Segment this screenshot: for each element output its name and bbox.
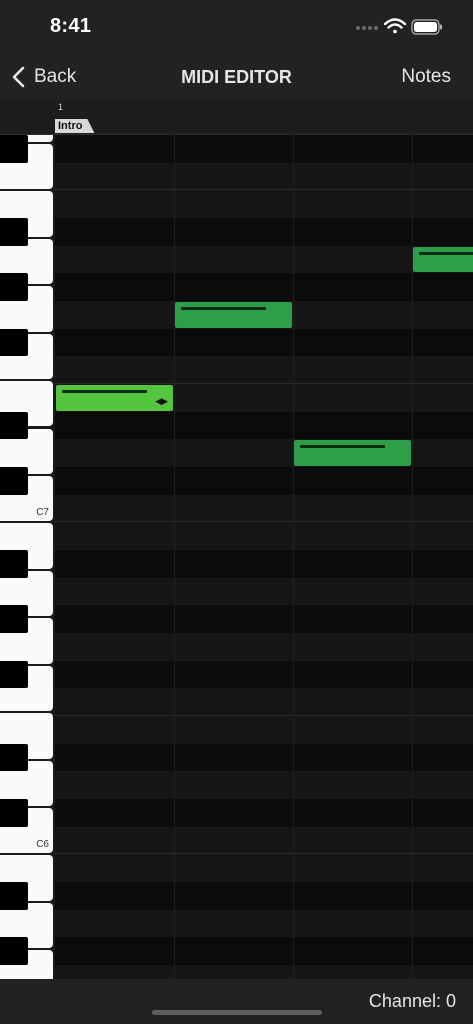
black-key[interactable]	[0, 550, 28, 578]
grid-row	[55, 826, 473, 855]
grid-row	[55, 965, 473, 979]
grid-row	[55, 716, 473, 744]
black-key[interactable]	[0, 467, 28, 495]
home-indicator	[152, 1010, 322, 1015]
grid-row	[55, 550, 473, 578]
grid-row	[55, 937, 473, 966]
grid-row	[55, 854, 473, 883]
bar-number: 1	[58, 102, 64, 112]
grid-row	[55, 162, 473, 191]
grid-row	[55, 190, 473, 218]
piano-roll-grid[interactable]: ◀▶	[55, 135, 473, 979]
grid-row	[55, 467, 473, 495]
timeline-corner	[0, 100, 55, 134]
black-key[interactable]	[0, 743, 28, 772]
grid-row	[55, 522, 473, 551]
note[interactable]	[294, 440, 411, 467]
marker-intro[interactable]: Intro	[55, 119, 95, 133]
black-key[interactable]	[0, 135, 28, 163]
note-velocity-bar	[181, 307, 266, 311]
grid-row	[55, 882, 473, 910]
grid-beat-line	[293, 135, 294, 979]
back-label: Back	[34, 66, 77, 87]
note-velocity-bar	[300, 445, 385, 449]
grid-row	[55, 577, 473, 606]
status-time: 8:41	[50, 15, 92, 37]
back-button[interactable]: Back	[12, 64, 76, 90]
black-key[interactable]	[0, 937, 28, 966]
black-key[interactable]	[0, 605, 28, 634]
black-key[interactable]	[0, 328, 28, 357]
channel-selector[interactable]: Channel: 0	[369, 991, 456, 1012]
grid-row	[55, 135, 473, 163]
grid-row	[55, 771, 473, 800]
battery-icon	[411, 19, 442, 35]
grid-row	[55, 743, 473, 772]
black-key[interactable]	[0, 660, 28, 689]
grid-row	[55, 328, 473, 357]
note-velocity-bar	[419, 251, 473, 255]
resize-handle-icon[interactable]: ◀▶	[155, 396, 168, 407]
grid-row	[55, 799, 473, 827]
grid-row	[55, 245, 473, 274]
black-key[interactable]	[0, 273, 28, 301]
note[interactable]	[413, 246, 473, 273]
note-selected[interactable]: ◀▶	[56, 385, 173, 411]
status-icons	[325, 16, 445, 38]
status-bar: 8:41	[0, 0, 473, 54]
grid-row	[55, 688, 473, 717]
wifi-icon	[383, 18, 407, 34]
navigation-bar: Back MIDI EDITOR Notes	[0, 54, 473, 100]
black-key[interactable]	[0, 799, 28, 827]
black-key[interactable]	[0, 218, 28, 246]
bottom-bar: Channel: 0	[0, 979, 473, 1024]
grid-row	[55, 909, 473, 938]
grid-row	[55, 633, 473, 661]
black-key[interactable]	[0, 882, 28, 910]
timeline-ruler[interactable]: 1 Intro	[0, 100, 473, 135]
octave-label: C6	[36, 839, 49, 851]
grid-row	[55, 273, 473, 301]
note-velocity-bar	[62, 390, 147, 394]
grid-row	[55, 494, 473, 523]
grid-row	[55, 411, 473, 440]
black-key[interactable]	[0, 411, 28, 440]
chevron-left-icon	[12, 66, 25, 88]
grid-row	[55, 218, 473, 246]
octave-label: C7	[36, 507, 49, 519]
note[interactable]	[175, 302, 292, 328]
piano-keyboard[interactable]: C7 C6	[0, 135, 55, 979]
grid-beat-line	[174, 135, 175, 979]
notes-button[interactable]: Notes	[401, 66, 451, 88]
grid-row	[55, 356, 473, 385]
signal-icon	[356, 26, 378, 30]
grid-row	[55, 660, 473, 689]
grid-row	[55, 605, 473, 634]
